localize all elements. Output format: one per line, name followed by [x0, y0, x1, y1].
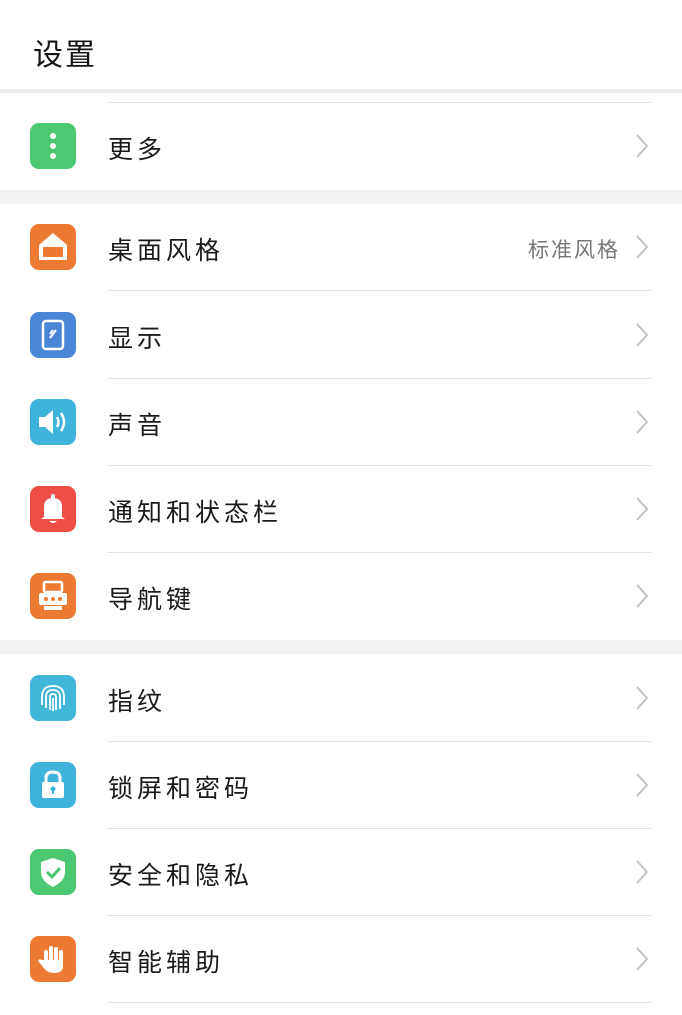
chevron-right-icon: [636, 860, 649, 884]
settings-item-navigation-keys[interactable]: 导航键: [0, 553, 682, 640]
shield-check-icon: [30, 849, 76, 895]
settings-item-smart-assist[interactable]: 智能辅助: [0, 916, 682, 1003]
settings-item-label: 指纹: [108, 687, 167, 716]
settings-item-more[interactable]: 更多: [0, 103, 682, 190]
settings-item-label: 导航键: [108, 585, 196, 614]
divider: [107, 290, 651, 291]
group-separator: [0, 640, 682, 654]
chevron-right-icon: [636, 497, 649, 521]
settings-item-label: 锁屏和密码: [108, 774, 254, 803]
header-bar: 设置: [0, 0, 682, 90]
hand-icon: [30, 936, 76, 982]
settings-item-lockscreen-password[interactable]: 锁屏和密码: [0, 742, 682, 829]
settings-item-label: 显示: [108, 324, 167, 353]
more-dots-icon: [30, 123, 76, 169]
chevron-right-icon: [636, 323, 649, 347]
chevron-right-icon: [636, 584, 649, 608]
settings-item-label: 安全和隐私: [108, 861, 254, 890]
settings-item-display[interactable]: 显示: [0, 292, 682, 379]
settings-item-label: 桌面风格: [108, 236, 225, 265]
chevron-right-icon: [636, 235, 649, 259]
navigation-key-icon: [30, 573, 76, 619]
settings-item-sound[interactable]: 声音: [0, 379, 682, 466]
chevron-right-icon: [636, 410, 649, 434]
chevron-right-icon: [636, 134, 649, 158]
group-separator: [0, 190, 682, 204]
settings-item-desktop-style[interactable]: 桌面风格 标准风格: [0, 204, 682, 291]
settings-item-notification-statusbar[interactable]: 通知和状态栏: [0, 466, 682, 553]
header-divider: [0, 89, 682, 93]
bell-icon: [30, 486, 76, 532]
settings-item-security-privacy[interactable]: 安全和隐私: [0, 829, 682, 916]
settings-item-label: 声音: [108, 411, 167, 440]
divider: [107, 1002, 651, 1003]
settings-item-label: 智能辅助: [108, 948, 225, 977]
settings-item-label: 更多: [108, 135, 167, 164]
home-icon: [30, 224, 76, 270]
settings-item-value: 标准风格: [528, 238, 620, 262]
settings-item-label: 通知和状态栏: [108, 498, 283, 527]
page-title: 设置: [33, 38, 97, 73]
chevron-right-icon: [636, 773, 649, 797]
fingerprint-icon: [30, 675, 76, 721]
settings-item-fingerprint[interactable]: 指纹: [0, 655, 682, 742]
chevron-right-icon: [636, 686, 649, 710]
lock-icon: [30, 762, 76, 808]
display-icon: [30, 312, 76, 358]
speaker-icon: [30, 399, 76, 445]
chevron-right-icon: [636, 947, 649, 971]
